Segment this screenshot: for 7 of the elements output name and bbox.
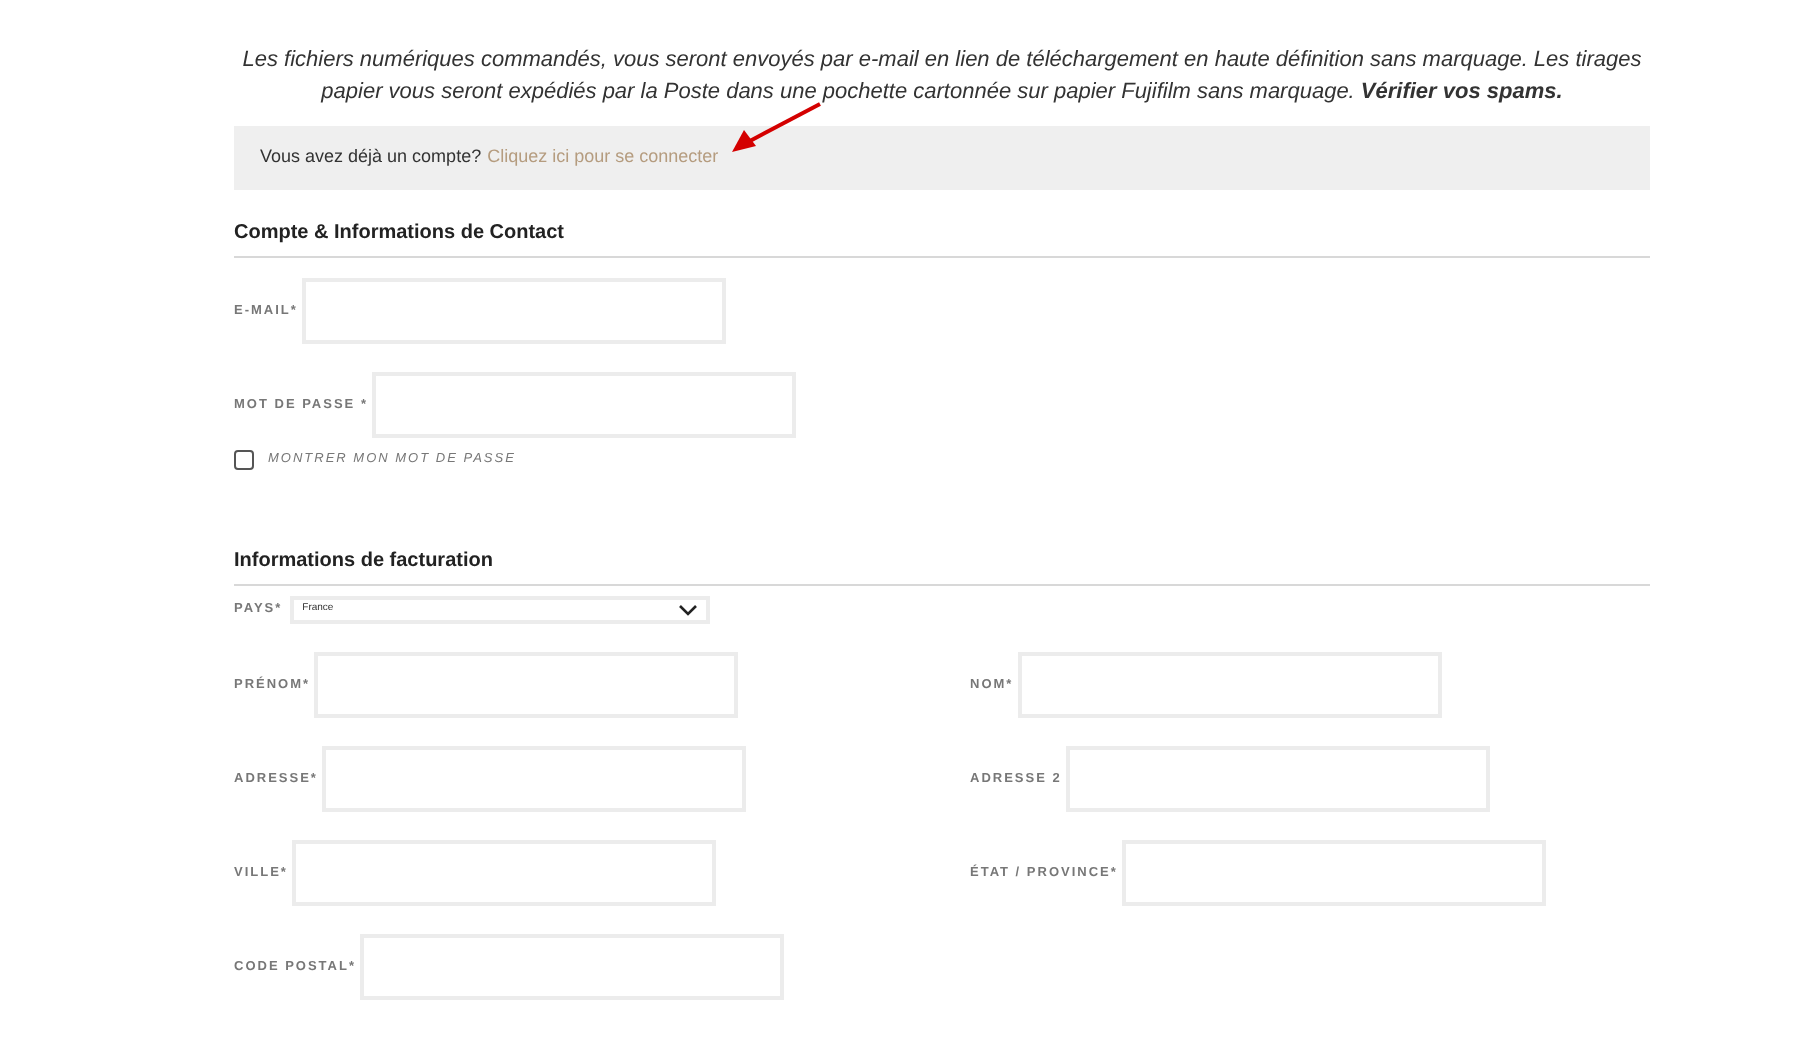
section-heading: Compte & Informations de Contact (234, 220, 567, 248)
checkbox[interactable] (234, 450, 254, 470)
chevron-down-icon (678, 604, 699, 616)
intro-paragraph: Les fichiers numériques commandés, vous seront envoyés par e-mail en lien de téléchargement en haute définition sans marquage. Les tirages papier vous seront expédiés par la Poste dans une pochette cartonnée sur papier Fujifilm sans marquage. Vérifier vos spams. (240, 46, 1644, 108)
arrow-annotation (728, 100, 824, 156)
login-prompt: Vous avez déjà un compte? (260, 144, 482, 171)
section-heading: Informations de facturation (234, 548, 495, 576)
